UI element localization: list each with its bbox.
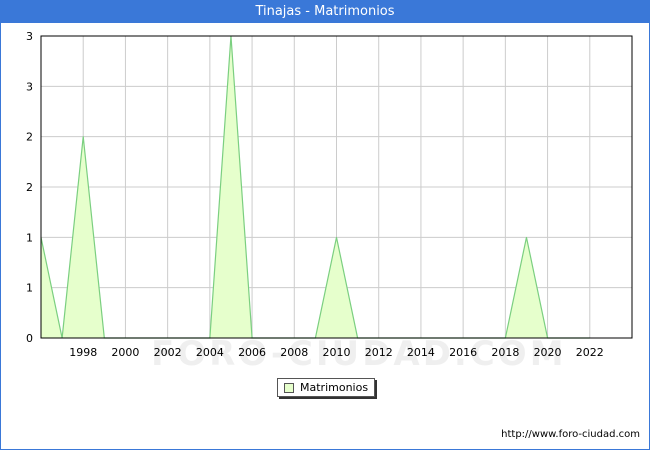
- y-tick-label: 2: [26, 181, 33, 194]
- data-point: [82, 136, 84, 138]
- y-tick-label: 3: [26, 30, 33, 43]
- y-tick-label: 1: [26, 231, 33, 244]
- x-tick-label: 1998: [69, 346, 97, 359]
- data-point: [525, 236, 527, 238]
- legend-swatch: [284, 383, 294, 393]
- y-tick-label: 1: [26, 282, 33, 295]
- y-tick-label: 0: [26, 332, 33, 345]
- y-tick-label: 2: [26, 131, 33, 144]
- legend: Matrimonios: [277, 378, 375, 397]
- chart-frame: Tinajas - Matrimonios 0 1 1 2 2 3 3 1998 2000 200…: [0, 0, 650, 450]
- legend-label: Matrimonios: [300, 381, 369, 394]
- x-tick-label: 2000: [111, 346, 139, 359]
- x-tick-label: 2022: [576, 346, 604, 359]
- source-url: http://www.foro-ciudad.com: [501, 429, 640, 440]
- watermark: FORO-CIUDAD.COM: [151, 334, 567, 374]
- y-tick-label: 3: [26, 80, 33, 93]
- data-point: [336, 236, 337, 238]
